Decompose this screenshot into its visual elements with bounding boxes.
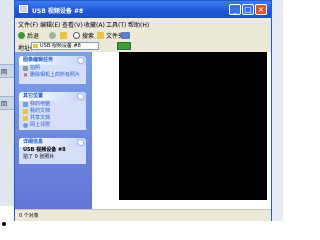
- other-places-panel: 其它位置 我的电脑 我的文档 共享文档 网上邻居: [19, 92, 86, 130]
- up-button[interactable]: [60, 30, 69, 40]
- folder-icon: [23, 116, 28, 121]
- menu-file[interactable]: 文件(F): [18, 20, 38, 29]
- menu-edit[interactable]: 编辑(E): [40, 20, 60, 29]
- task-take-picture[interactable]: 拍照: [19, 65, 86, 72]
- place-label: 共享文档: [30, 115, 51, 121]
- details-device-name: USB 视频设备 #8: [23, 147, 66, 153]
- folders-button[interactable]: 文件夹: [97, 30, 124, 40]
- background-label: 回: [1, 101, 8, 108]
- panel-title[interactable]: 图像编辑任务: [19, 56, 86, 65]
- computer-icon: [23, 102, 28, 107]
- forward-button[interactable]: [49, 30, 58, 40]
- folder-up-icon: [60, 31, 67, 39]
- task-delete-all[interactable]: ✕ 删除相机上的所有照片: [19, 72, 86, 79]
- go-button[interactable]: [117, 42, 131, 50]
- details-panel: 详细信息 USB 视频设备 #8 拍了 0 张照片: [19, 138, 86, 164]
- search-icon: [73, 31, 80, 39]
- task-label: 拍照: [30, 65, 41, 71]
- place-my-documents[interactable]: 我的文档: [19, 108, 86, 115]
- explorer-window: USB 视频设备 #8 _ □ × 文件(F) 编辑(E) 查看(V) 收藏(A…: [14, 0, 272, 221]
- content-area: 图像编辑任务 拍照 ✕ 删除相机上的所有照片 其它位置 我的电脑 我的文档 共享…: [15, 52, 271, 209]
- folder-icon: [23, 109, 28, 114]
- folders-icon: [97, 31, 104, 39]
- background-window-strip: 网 回: [0, 0, 14, 231]
- panel-title[interactable]: 详细信息: [19, 138, 86, 147]
- minimize-button[interactable]: _: [229, 4, 241, 15]
- status-bar: 0 个对象: [15, 209, 271, 221]
- back-label: 后退: [27, 32, 40, 40]
- panel-title[interactable]: 其它位置: [19, 92, 86, 101]
- background-label: 网: [1, 69, 8, 76]
- background-scrollbar-edge: [272, 0, 283, 221]
- search-button[interactable]: 搜索: [73, 30, 94, 40]
- camera-tasks-panel: 图像编辑任务 拍照 ✕ 删除相机上的所有照片: [19, 56, 86, 84]
- camera-folder-icon: [19, 5, 28, 13]
- collapse-chevron-icon[interactable]: [77, 57, 84, 64]
- search-label: 搜索: [82, 32, 95, 40]
- views-icon: [121, 31, 130, 39]
- menu-help[interactable]: 帮助(H): [128, 20, 149, 29]
- camera-icon: [23, 66, 28, 71]
- back-button[interactable]: 后退: [18, 30, 39, 40]
- forward-arrow-icon: [49, 31, 56, 39]
- network-icon: [23, 123, 28, 128]
- window-title: USB 视频设备 #8: [32, 8, 84, 15]
- back-arrow-icon: [18, 31, 25, 39]
- place-my-computer[interactable]: 我的电脑: [19, 101, 86, 108]
- bullet-dot: [2, 222, 6, 226]
- menu-view[interactable]: 查看(V): [62, 20, 83, 29]
- place-label: 网上邻居: [30, 122, 51, 128]
- collapse-chevron-icon[interactable]: [77, 93, 84, 100]
- task-pane: 图像编辑任务 拍照 ✕ 删除相机上的所有照片 其它位置 我的电脑 我的文档 共享…: [15, 52, 92, 209]
- close-button[interactable]: ×: [255, 4, 267, 15]
- collapse-chevron-icon[interactable]: [77, 139, 84, 146]
- camera-preview: [119, 52, 267, 200]
- address-camera-icon: [33, 44, 38, 48]
- status-text: 0 个对象: [19, 213, 39, 219]
- menu-tools[interactable]: 工具(T): [106, 20, 126, 29]
- place-shared-documents[interactable]: 共享文档: [19, 115, 86, 122]
- title-bar[interactable]: USB 视频设备 #8 _ □ ×: [15, 1, 271, 18]
- details-photo-count: 拍了 0 张照片: [23, 154, 55, 160]
- task-label: 删除相机上的所有照片: [30, 72, 81, 78]
- menu-favorites[interactable]: 收藏(A): [84, 20, 105, 29]
- place-label: 我的电脑: [30, 101, 51, 107]
- views-button[interactable]: [121, 30, 132, 40]
- place-label: 我的文档: [30, 108, 51, 114]
- place-network[interactable]: 网上邻居: [19, 122, 86, 129]
- maximize-button[interactable]: □: [242, 4, 254, 15]
- address-field[interactable]: USB 视频设备 #8: [31, 42, 99, 50]
- delete-x-icon: ✕: [23, 72, 29, 79]
